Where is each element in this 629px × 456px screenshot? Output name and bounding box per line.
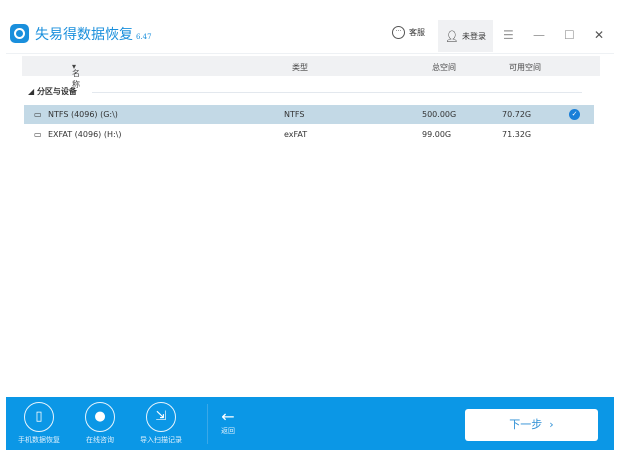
row-name: NTFS (4096) (G:\) (48, 110, 118, 119)
footer-bar: ▯ 手机数据恢复 ● 在线咨询 ⇲ 导入扫描记录 ← 返回 下一步 › (6, 397, 614, 450)
row-free: 71.32G (502, 130, 532, 139)
row-total: 500.00G (422, 110, 457, 119)
col-type[interactable]: 类型 (292, 62, 308, 73)
row-free: 70.72G (502, 110, 532, 119)
login-button[interactable]: 👤︎ 未登录 (438, 20, 493, 52)
drive-icon: ▭ (34, 110, 42, 119)
next-button[interactable]: 下一步 › (465, 409, 598, 441)
login-label: 未登录 (461, 31, 486, 41)
check-icon: ✓ (569, 109, 580, 120)
service-button[interactable]: ··· 客服 (392, 26, 425, 39)
app-logo (10, 24, 29, 43)
col-free[interactable]: 可用空间 (509, 62, 541, 73)
arrow-left-icon: ← (221, 407, 235, 426)
col-total[interactable]: 总空间 (432, 62, 456, 73)
maximize-icon[interactable]: ☐ (564, 28, 575, 42)
section-partitions[interactable]: ◢ 分区与设备 (28, 86, 77, 97)
person-icon: ● (85, 402, 115, 432)
service-label: 客服 (409, 28, 425, 37)
divider (6, 53, 614, 54)
row-type: exFAT (284, 130, 308, 139)
minimize-icon[interactable]: — (533, 28, 545, 42)
chat-icon: ··· (392, 26, 405, 39)
section-divider (92, 92, 582, 93)
footer-divider (207, 404, 208, 444)
phone-icon: ▯ (24, 402, 54, 432)
user-icon: 👤︎ (445, 29, 459, 43)
drive-icon: ▭ (34, 130, 42, 139)
phone-recovery-button[interactable]: ▯ 手机数据恢复 (9, 402, 69, 445)
app-version: 6.47 (136, 33, 152, 41)
col-name[interactable]: 名称 ▾ (72, 62, 80, 89)
table-row[interactable]: ▭ NTFS (4096) (G:\) NTFS 500.00G 70.72G … (24, 105, 594, 124)
chevron-right-icon: › (549, 418, 554, 431)
import-scan-button[interactable]: ⇲ 导入扫描记录 (131, 402, 191, 445)
menu-icon[interactable]: ☰ (503, 28, 514, 42)
close-icon[interactable]: ✕ (594, 28, 604, 42)
app-title: 失易得数据恢复 6.47 (35, 27, 152, 43)
import-icon: ⇲ (146, 402, 176, 432)
row-name: EXFAT (4096) (H:\) (48, 130, 122, 139)
row-total: 99.00G (422, 130, 452, 139)
back-button[interactable]: ← 返回 (213, 407, 243, 436)
online-consult-button[interactable]: ● 在线咨询 (70, 402, 130, 445)
row-type: NTFS (284, 110, 305, 119)
table-row[interactable]: ▭ EXFAT (4096) (H:\) exFAT 99.00G 71.32G (24, 125, 594, 144)
table-header: 名称 ▾ 类型 总空间 可用空间 (22, 56, 600, 89)
